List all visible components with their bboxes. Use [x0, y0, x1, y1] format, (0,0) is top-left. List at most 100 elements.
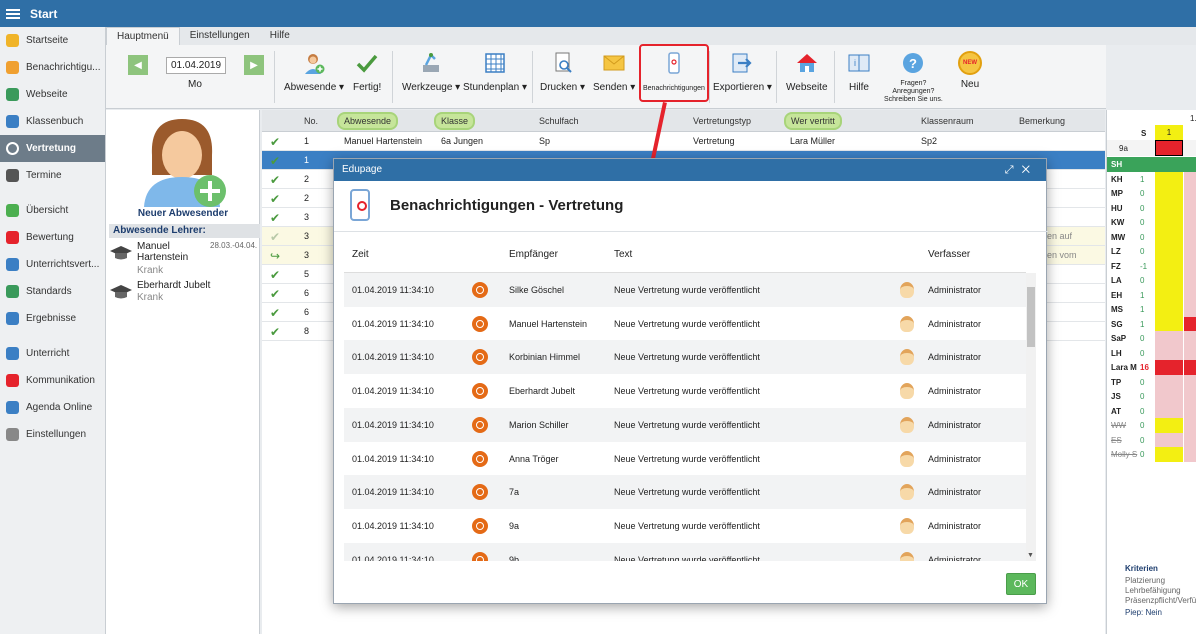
hilfe-button[interactable]: i Hilfe — [847, 51, 871, 93]
ranking-row[interactable]: JS 0 — [1107, 389, 1196, 404]
ranking-row[interactable]: KW 0 — [1107, 215, 1196, 230]
prev-day-button[interactable]: ◀ — [128, 55, 148, 75]
cell-verfasser: Administrator — [928, 487, 982, 498]
table-row[interactable]: ✔ 1 Manuel Hartenstein 6a Jungen Sp Vertretun… — [262, 132, 1105, 151]
col-abwesende[interactable]: Abwesende — [339, 114, 397, 128]
ranking-row[interactable]: HU 0 — [1107, 200, 1196, 216]
sidebar-item-termine[interactable]: Termine — [0, 162, 105, 189]
table-scrollbar[interactable]: ▼ — [1026, 273, 1036, 561]
new-absent-avatar[interactable] — [136, 115, 228, 207]
sidebar-item-unterrichtsvert-[interactable]: Unterrichtsvert... — [0, 251, 105, 278]
ranking-row[interactable]: Lara M 16 — [1107, 360, 1196, 375]
senden-button[interactable]: Senden ▾ — [593, 51, 635, 93]
feedback-button[interactable]: ? Fragen? Anregungen? Schreiben Sie uns. — [884, 51, 943, 104]
sidebar-item-ergebnisse[interactable]: Ergebnisse — [0, 305, 105, 332]
sidebar-item-vertretung[interactable]: Vertretung — [0, 135, 105, 162]
col-wer-vertritt[interactable]: Wer vertritt — [786, 114, 840, 128]
col-verfasser[interactable]: Verfasser — [928, 249, 970, 260]
author-avatar-icon — [900, 484, 914, 501]
cell-zeit: 01.04.2019 11:34:10 — [352, 352, 434, 363]
sidebar-item-einstellungen[interactable]: Einstellungen — [0, 421, 105, 448]
scrollbar-thumb[interactable] — [1027, 287, 1035, 347]
ranking-row[interactable]: AT 0 — [1107, 403, 1196, 419]
notification-row[interactable]: 01.04.2019 11:34:10 Silke Göschel Neue Ver… — [344, 273, 1026, 307]
ranking-row[interactable]: MS 1 — [1107, 302, 1196, 317]
notification-row[interactable]: 01.04.2019 11:34:10 Eberhardt Jubelt Neue … — [344, 374, 1026, 408]
date-field[interactable]: 01.04.2019 — [166, 56, 226, 74]
col-klassenraum[interactable]: Klassenraum — [916, 114, 979, 128]
ranking-row[interactable]: WW 0 — [1107, 418, 1196, 433]
tab-hauptmenue[interactable]: Hauptmenü — [106, 27, 180, 45]
ok-button[interactable]: OK — [1006, 573, 1036, 595]
col-period-1: 1 — [1155, 125, 1183, 140]
ranking-row[interactable]: LA 0 — [1107, 273, 1196, 288]
sidebar-item-startseite[interactable]: Startseite — [0, 27, 105, 54]
cell-empfaenger: 7a — [509, 487, 520, 498]
tab-einstellungen[interactable]: Einstellungen — [180, 27, 260, 45]
ranking-row[interactable]: SG 1 — [1107, 316, 1196, 332]
col-schulfach[interactable]: Schulfach — [534, 114, 584, 128]
sidebar-item-kommunikation[interactable]: Kommunikation — [0, 367, 105, 394]
sidebar-item-übersicht[interactable]: Übersicht — [0, 197, 105, 224]
drucken-button[interactable]: Drucken ▾ — [540, 51, 585, 93]
webseite-button[interactable]: Webseite — [786, 51, 828, 93]
absent-teacher-item[interactable]: Manuel Hartenstein Krank 28.03.-04.04. — [110, 241, 260, 276]
author-avatar-icon — [900, 551, 914, 561]
tab-hilfe[interactable]: Hilfe — [260, 27, 300, 45]
next-day-button[interactable]: ▶ — [244, 55, 264, 75]
col-klasse[interactable]: Klasse — [436, 114, 474, 128]
ranking-row[interactable]: SaP 0 — [1107, 331, 1196, 346]
cell-klasse: 6a Jungen — [441, 136, 484, 146]
col-no[interactable]: No. — [299, 114, 323, 128]
sidebar-item-webseite[interactable]: Webseite — [0, 81, 105, 108]
notification-row[interactable]: 01.04.2019 11:34:10 7a Neue Vertretung wur… — [344, 475, 1026, 510]
sidebar-item-label: Einstellungen — [26, 429, 87, 440]
scroll-down-icon[interactable]: ▼ — [1027, 552, 1034, 559]
col-text[interactable]: Text — [614, 249, 632, 260]
col-vertretungstyp[interactable]: Vertretungstyp — [688, 114, 756, 128]
expand-icon[interactable]: ⤢ — [1005, 164, 1022, 176]
ranking-row[interactable]: MP 0 — [1107, 186, 1196, 201]
sidebar-item-bewertung[interactable]: Bewertung — [0, 224, 105, 251]
exportieren-button[interactable]: Exportieren ▾ — [713, 51, 772, 93]
sidebar-item-agenda-online[interactable]: Agenda Online — [0, 394, 105, 421]
neu-button[interactable]: NEW Neu — [958, 51, 982, 90]
dialog-title: Benachrichtigungen - Vertretung — [390, 197, 624, 214]
ranking-row[interactable]: Molly S0 — [1107, 447, 1196, 462]
graduation-cap-icon — [110, 246, 132, 260]
envelope-icon — [6, 61, 19, 74]
sidebar-item-standards[interactable]: Standards — [0, 278, 105, 305]
sidebar-item-klassenbuch[interactable]: Klassenbuch — [0, 108, 105, 135]
sidebar-item-benachrichtigu-[interactable]: Benachrichtigu... — [0, 54, 105, 81]
sidebar-item-unterricht[interactable]: Unterricht — [0, 340, 105, 367]
notification-row[interactable]: 01.04.2019 11:34:10 Marion Schiller Neue V… — [344, 407, 1026, 442]
ranking-row[interactable]: LZ 0 — [1107, 244, 1196, 259]
stundenplan-button[interactable]: Stundenplan ▾ — [463, 51, 527, 93]
fertig-button[interactable]: Fertig! — [353, 51, 381, 93]
col-bemerkung[interactable]: Bemerkung — [1014, 114, 1070, 128]
ranking-row[interactable]: MW 0 — [1107, 229, 1196, 245]
notification-row[interactable]: 01.04.2019 11:34:10 9a Neue Vertretung wur… — [344, 509, 1026, 543]
col-empfaenger[interactable]: Empfänger — [509, 249, 558, 260]
notification-row[interactable]: 01.04.2019 11:34:10 Korbinian Himmel Neue … — [344, 340, 1026, 375]
werkzeuge-button[interactable]: Werkzeuge ▾ — [402, 51, 460, 93]
ranking-row[interactable]: ES 0 — [1107, 432, 1196, 448]
ranking-row[interactable]: SH — [1107, 157, 1196, 172]
abwesende-button[interactable]: Abwesende ▾ — [284, 51, 344, 93]
ranking-row[interactable]: EH 1 — [1107, 287, 1196, 303]
ranking-row[interactable]: LH 0 — [1107, 345, 1196, 361]
close-icon[interactable]: ✕ — [1022, 164, 1038, 176]
piep-status: Piep: Nein — [1125, 608, 1162, 617]
ranking-row[interactable]: KH 1 — [1107, 171, 1196, 187]
col-zeit[interactable]: Zeit — [352, 249, 369, 260]
ranking-row[interactable]: TP 0 — [1107, 374, 1196, 390]
menu-icon[interactable] — [6, 8, 20, 19]
ranking-row[interactable]: FZ -1 — [1107, 258, 1196, 274]
absent-teacher-item[interactable]: Eberhardt Jubelt Krank — [110, 280, 260, 306]
notification-row[interactable]: 01.04.2019 11:34:10 Manuel Hartenstein Neu… — [344, 307, 1026, 341]
new-absent-label[interactable]: Neuer Abwesender — [106, 208, 260, 219]
benachrichtigungen-highlight — [639, 44, 709, 102]
notification-row[interactable]: 01.04.2019 11:34:10 Anna Tröger Neue Vertr… — [344, 442, 1026, 476]
recipient-type-icon — [472, 282, 488, 298]
notification-row[interactable]: 01.04.2019 11:34:10 9b Neue Vertretung wur… — [344, 542, 1026, 561]
